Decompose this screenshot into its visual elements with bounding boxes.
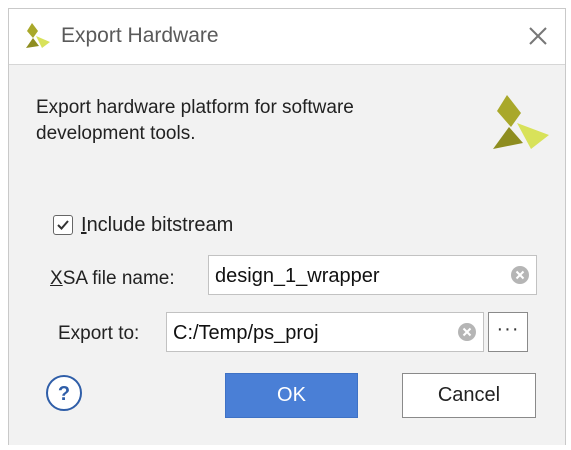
title-bar: Export Hardware <box>9 9 565 65</box>
export-to-value: C:/Temp/ps_proj <box>173 322 319 344</box>
export-hardware-dialog: Export Hardware Export hardware platform… <box>8 8 566 445</box>
checkmark-icon <box>57 220 69 230</box>
xilinx-logo-icon <box>26 23 50 48</box>
help-icon[interactable]: ? <box>45 374 83 412</box>
close-icon[interactable] <box>521 19 555 53</box>
xsa-file-name-value: design_1_wrapper <box>215 265 380 287</box>
clear-icon[interactable] <box>457 322 477 342</box>
help-icon-glyph: ? <box>58 383 70 405</box>
export-to-input[interactable]: C:/Temp/ps_proj <box>166 312 484 352</box>
ok-button[interactable]: OK <box>225 373 358 418</box>
xsa-file-name-label: XSA file name: <box>50 268 175 289</box>
xsa-file-name-input[interactable]: design_1_wrapper <box>208 255 537 295</box>
include-bitstream-checkbox[interactable] <box>53 215 73 235</box>
include-bitstream-label[interactable]: Include bitstream <box>81 214 233 237</box>
include-bitstream-row[interactable]: Include bitstream <box>53 211 233 239</box>
clear-icon[interactable] <box>510 265 530 285</box>
export-to-label: Export to: <box>58 323 140 344</box>
xilinx-logo-icon <box>493 95 549 149</box>
cancel-button[interactable]: Cancel <box>402 373 536 418</box>
dialog-title: Export Hardware <box>61 24 219 47</box>
dialog-description: Export hardware platform for software de… <box>36 97 354 144</box>
browse-button[interactable]: ··· <box>488 312 528 352</box>
